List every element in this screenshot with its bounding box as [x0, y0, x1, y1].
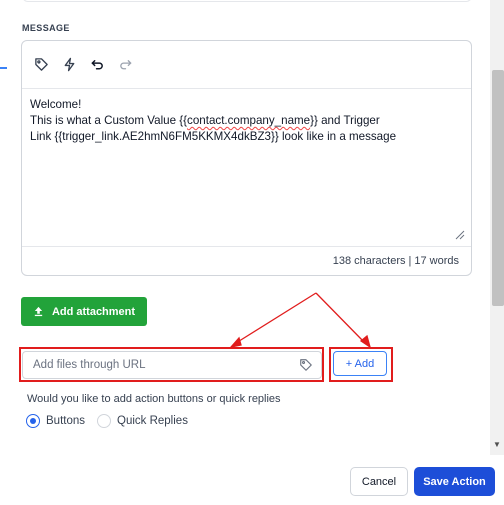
character-counter: 138 characters | 17 words	[22, 247, 471, 275]
spellcheck-token: contact.company_name	[187, 114, 311, 127]
message-line-1: Welcome!	[30, 98, 82, 111]
action-editor-panel: MESSAGE Welcome! This is what a Custom V…	[0, 0, 504, 505]
annotation-arrowhead-right	[359, 334, 372, 349]
annotation-arrow-left	[235, 292, 317, 344]
add-attachment-button[interactable]: Add attachment	[21, 297, 147, 326]
radio-quick-replies[interactable]	[97, 414, 111, 428]
left-accent-line	[0, 67, 7, 69]
message-editor: Welcome! This is what a Custom Value {{c…	[21, 40, 472, 276]
action-type-radio-group: Buttons Quick Replies	[26, 414, 200, 428]
add-attachment-label: Add attachment	[51, 305, 136, 318]
save-action-button[interactable]: Save Action	[414, 467, 495, 496]
editor-toolbar	[22, 41, 471, 89]
resize-handle-icon[interactable]	[455, 230, 465, 240]
counter-separator: |	[408, 255, 412, 267]
annotation-arrow-right	[315, 292, 366, 344]
message-textarea[interactable]: Welcome! This is what a Custom Value {{c…	[22, 89, 471, 247]
annotation-arrowhead-left	[229, 336, 242, 349]
scroll-down-arrow-icon[interactable]: ▼	[492, 440, 502, 450]
radio-quick-replies-label[interactable]: Quick Replies	[117, 415, 188, 427]
message-line-3: Link {{trigger_link.AE2hmN6FM5KKMX4dkBZ3…	[30, 130, 397, 143]
cancel-button[interactable]: Cancel	[350, 467, 408, 496]
radio-buttons-label[interactable]: Buttons	[46, 415, 85, 427]
radio-buttons[interactable]	[26, 414, 40, 428]
character-count: 138 characters	[332, 255, 406, 267]
action-buttons-question: Would you like to add action buttons or …	[27, 393, 281, 405]
scrollbar-thumb[interactable]	[492, 70, 504, 306]
undo-icon[interactable]	[87, 55, 107, 75]
message-line-2: This is what a Custom Value {{contact.co…	[30, 113, 463, 129]
message-label: MESSAGE	[22, 23, 70, 33]
word-count: 17 words	[414, 255, 459, 267]
previous-card-edge	[22, 0, 472, 2]
upload-icon	[34, 306, 43, 317]
tag-icon[interactable]	[31, 55, 51, 75]
annotation-box-url-input	[19, 347, 324, 382]
redo-icon[interactable]	[115, 55, 135, 75]
message-line-2-prefix: This is what a Custom Value {{	[30, 114, 188, 127]
lightning-icon[interactable]	[59, 55, 79, 75]
message-line-2-suffix: }} and Trigger	[310, 114, 380, 127]
annotation-box-add-button	[329, 347, 393, 382]
